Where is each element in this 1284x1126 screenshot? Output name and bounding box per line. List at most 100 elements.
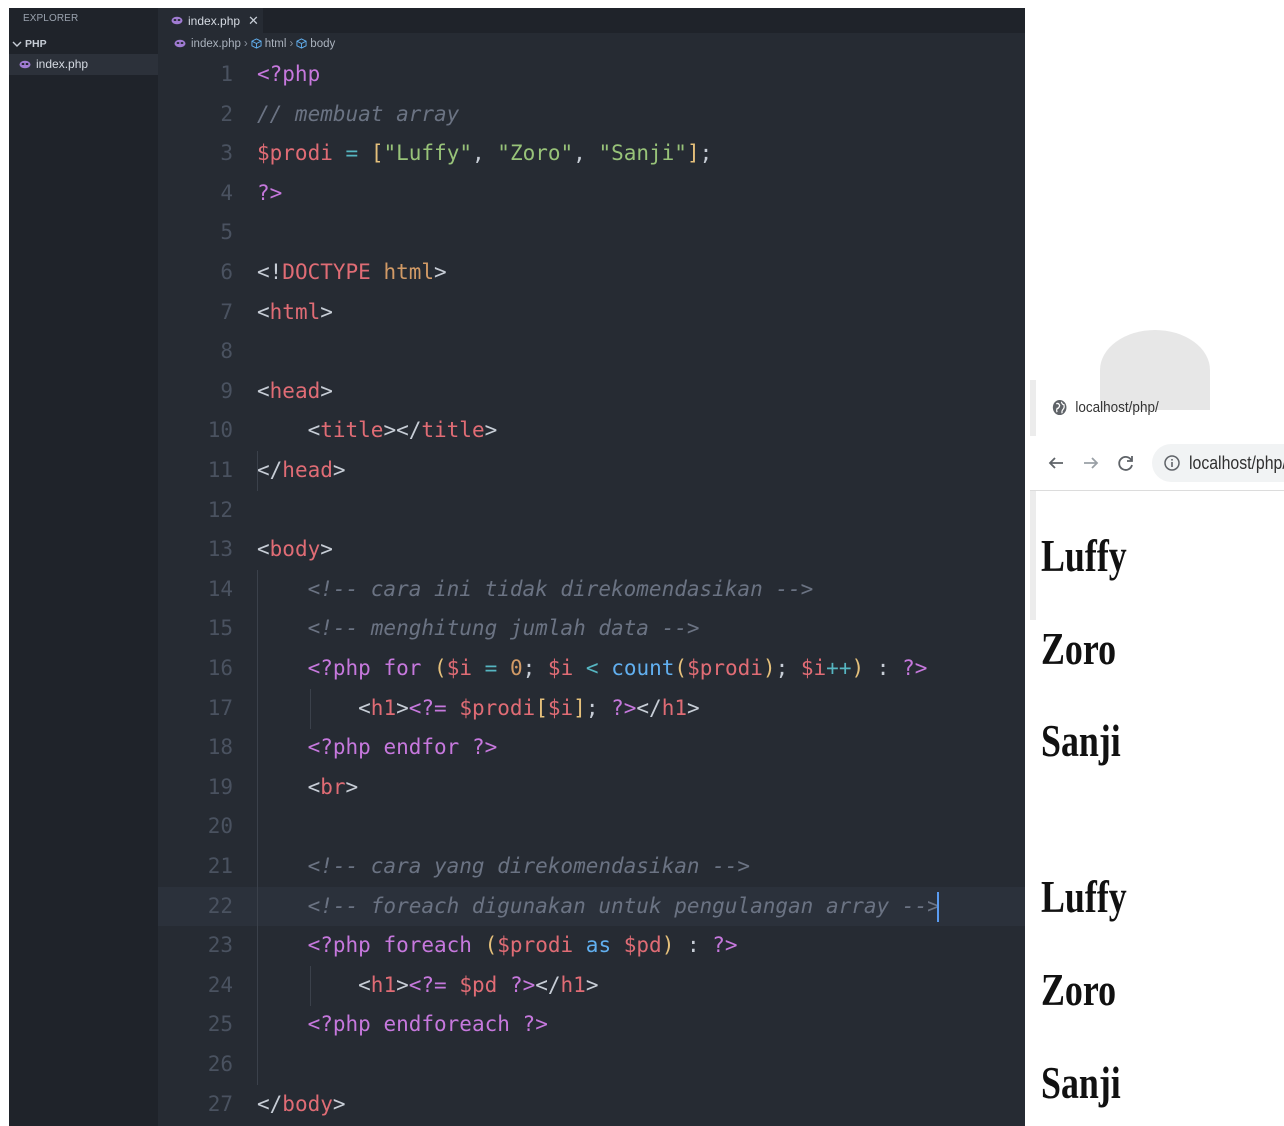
code-text: </body> [257, 1085, 346, 1125]
code-token: <?php [257, 735, 371, 760]
line-number: 7 [220, 299, 233, 324]
heading-item: Luffy [1041, 530, 1127, 581]
browser-window: localhost/php/ localhost/php/ Luffy Zoro… [1030, 330, 1284, 1126]
code-token: h1 [370, 972, 397, 997]
heading-item: Sanji [1041, 1057, 1121, 1108]
breadcrumb: index.php › html › body [158, 33, 1025, 54]
code-token: h1 [560, 972, 586, 997]
breadcrumb-body[interactable]: body [310, 38, 335, 50]
code-line[interactable]: 19 <br> [158, 768, 1025, 808]
forward-arrow-icon[interactable] [1081, 453, 1101, 473]
code-line[interactable]: 7 <html> [158, 293, 1025, 333]
code-line[interactable]: 10 <title></title> [158, 411, 1025, 451]
code-line[interactable]: 14 <!-- cara ini tidak direkomendasikan … [158, 570, 1025, 610]
code-token: head [282, 458, 333, 482]
code-line[interactable]: 21 <!-- cara yang direkomendasikan --> [158, 847, 1025, 887]
line-number: 26 [207, 1052, 233, 1076]
code-line[interactable]: 9 <head> [158, 372, 1025, 412]
code-token: <?php [257, 1012, 371, 1037]
code-line[interactable]: 8 [158, 332, 1025, 372]
line-number: 24 [207, 972, 233, 997]
url-text: localhost/php/ [1189, 452, 1284, 473]
info-icon[interactable] [1164, 455, 1180, 471]
code-token: < [257, 378, 270, 403]
code-token: "Luffy" [383, 141, 472, 166]
folder-label: PHP [25, 38, 47, 50]
code-text: <h1><?= $pd ?></h1> [257, 966, 598, 1006]
code-line[interactable]: 17 <h1><?= $prodi[$i]; ?></h1> [158, 689, 1025, 729]
code-token: foreach [383, 933, 472, 958]
code-text: </head> [257, 451, 346, 491]
code-token: $prodi [257, 141, 333, 166]
breadcrumb-file[interactable]: index.php [191, 38, 241, 50]
code-token: > [396, 695, 409, 720]
code-token: <?= [408, 695, 447, 720]
code-line[interactable]: 4 ?> [158, 174, 1025, 214]
tab-index-php[interactable]: index.php ✕ [158, 8, 263, 33]
code-line[interactable]: 15 <!-- menghitung jumlah data --> [158, 609, 1025, 649]
code-token: endforeach [383, 1012, 510, 1037]
code-token: < [257, 537, 270, 562]
reload-icon[interactable] [1116, 453, 1136, 473]
code-line[interactable]: 1 <?php [158, 55, 1025, 95]
code-line[interactable]: 12 [158, 491, 1025, 531]
code-text: $prodi = ["Luffy", "Zoro", "Sanji"]; [257, 134, 712, 174]
chevron-down-icon [12, 41, 22, 47]
code-line[interactable]: 20 [158, 807, 1025, 847]
code-line[interactable]: 24 <h1><?= $pd ?></h1> [158, 966, 1025, 1006]
code-token: for [383, 656, 422, 680]
code-line[interactable]: 25 <?php endforeach ?> [158, 1005, 1025, 1045]
code-token: ?> [902, 656, 928, 680]
code-line[interactable]: 13 <body> [158, 530, 1025, 570]
browser-tab[interactable]: localhost/php/ [1052, 392, 1159, 422]
indent-guide [257, 451, 258, 491]
line-number: 8 [220, 339, 233, 364]
code-line[interactable]: 22 <!-- foreach digunakan untuk pengulan… [158, 886, 1025, 927]
code-token: as [585, 933, 612, 958]
address-bar[interactable]: localhost/php/ [1152, 444, 1284, 482]
back-arrow-icon[interactable] [1046, 453, 1066, 473]
globe-icon [1052, 399, 1067, 415]
code-line[interactable]: 23 <?php foreach ($prodi as $pd) : ?> [158, 926, 1025, 966]
code-line[interactable]: 3 $prodi = ["Luffy", "Zoro", "Sanji"]; [158, 134, 1025, 174]
code-text: <!-- foreach digunakan untuk pengulangan… [257, 887, 940, 927]
code-line[interactable]: 11 </head> [158, 451, 1025, 491]
line-number: 16 [207, 656, 233, 680]
code-token: count [611, 656, 675, 680]
folder-php[interactable]: PHP [9, 34, 158, 54]
line-number: 9 [220, 378, 233, 403]
code-line[interactable]: 18 <?php endfor ?> [158, 728, 1025, 768]
element-cube-icon [296, 38, 307, 49]
code-token: h1 [661, 695, 687, 720]
code-line[interactable]: 16 <?php for ($i = 0; $i < count($prodi)… [158, 649, 1025, 689]
code-token: < [257, 695, 371, 720]
line-number: 25 [207, 1012, 233, 1037]
file-item-index-php[interactable]: index.php [9, 54, 158, 75]
heading-item: Sanji [1041, 715, 1121, 766]
code-token: ) [762, 656, 776, 680]
code-token: <?php [257, 62, 321, 86]
code-token: ( [674, 656, 688, 680]
code-token: ?> [257, 180, 283, 205]
code-text: <?php endfor ?> [257, 728, 498, 768]
breadcrumb-html[interactable]: html [265, 38, 287, 50]
line-number: 10 [207, 418, 233, 443]
code-token: <!-- foreach digunakan untuk pengulangan… [257, 893, 940, 918]
code-line[interactable]: 5 [158, 213, 1025, 253]
code-line[interactable]: 2 // membuat array [158, 95, 1025, 135]
code-token: <?php [257, 656, 371, 680]
code-token: ; [775, 656, 801, 680]
breadcrumb-separator: › [243, 37, 248, 50]
code-line[interactable]: 26 [158, 1045, 1025, 1085]
code-token: > [484, 418, 498, 443]
code-line[interactable]: 27 </body> [158, 1085, 1025, 1125]
close-icon[interactable]: ✕ [248, 13, 259, 29]
code-line[interactable]: 6 <!DOCTYPE html> [158, 253, 1025, 293]
